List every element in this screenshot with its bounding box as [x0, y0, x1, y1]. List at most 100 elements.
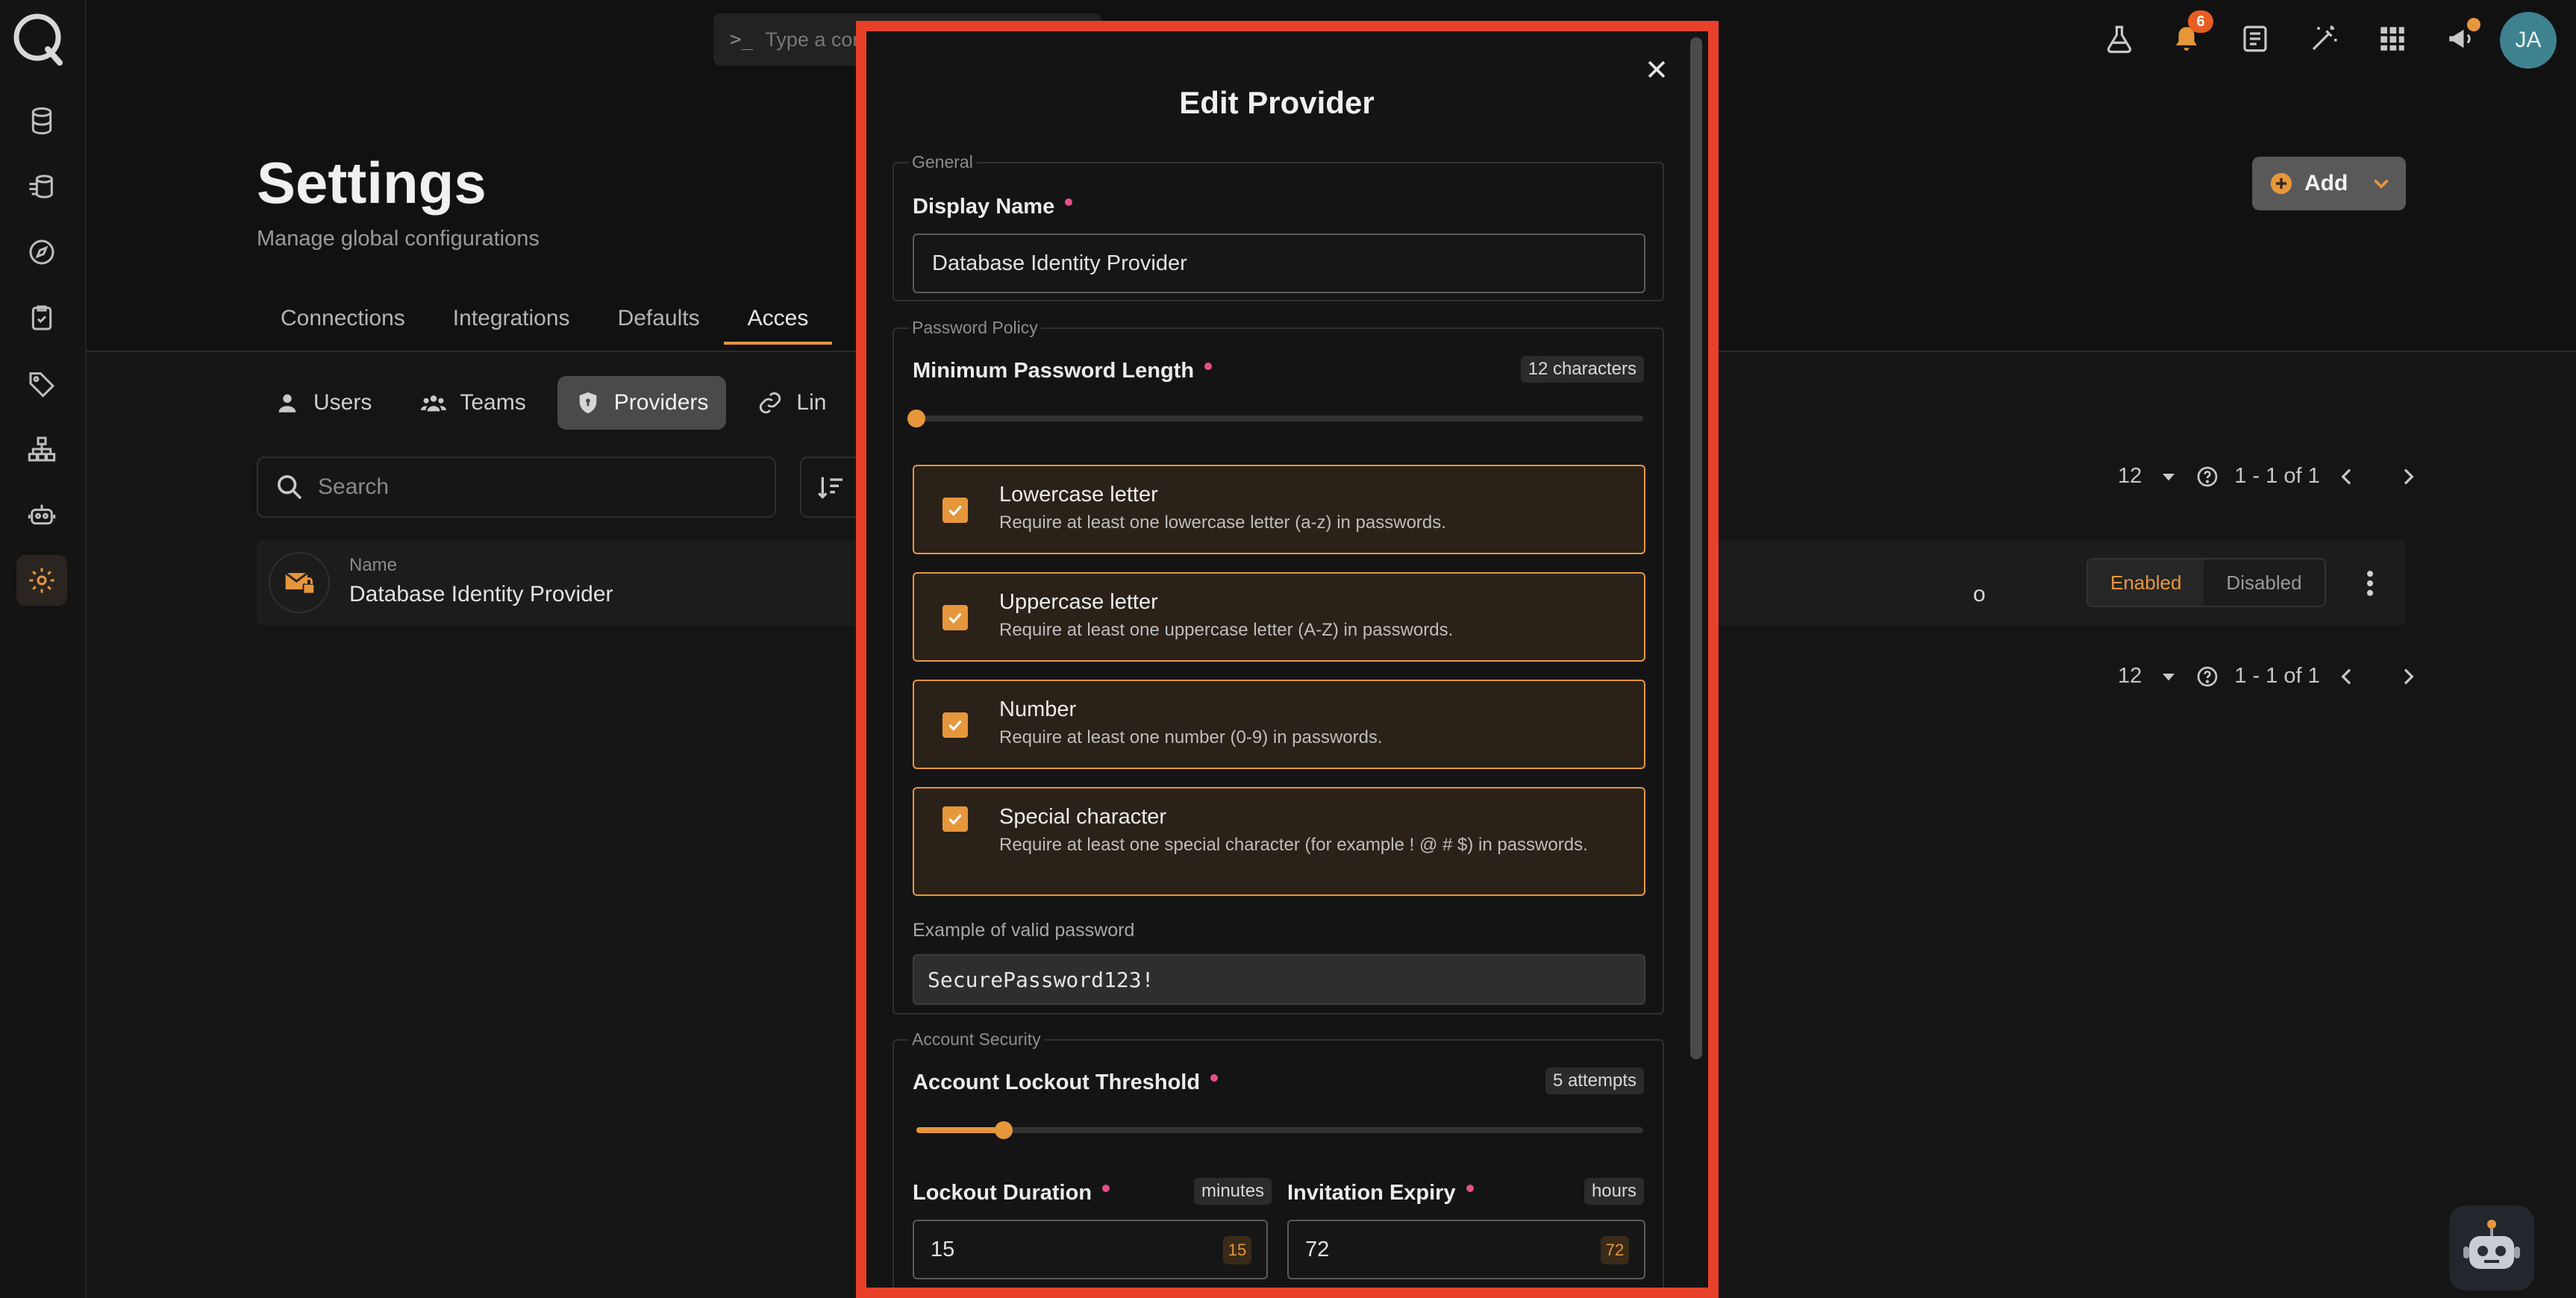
- rule-description: Require at least one uppercase letter (A…: [999, 620, 1454, 640]
- chevron-left-icon[interactable]: [2335, 465, 2359, 489]
- avatar[interactable]: JA: [2500, 12, 2557, 69]
- page-size-value[interactable]: 12: [2118, 664, 2142, 689]
- slider-thumb[interactable]: [994, 1121, 1013, 1139]
- rule-lowercase-card[interactable]: Lowercase letter Require at least one lo…: [913, 465, 1645, 554]
- robot-icon[interactable]: [16, 489, 67, 540]
- checkbox-lowercase[interactable]: [942, 498, 968, 523]
- min-password-length-label: Minimum Password Length: [913, 359, 1213, 383]
- close-icon[interactable]: [1638, 51, 1675, 88]
- rule-number-card[interactable]: Number Require at least one number (0-9)…: [913, 680, 1645, 769]
- invitation-expiry-unit: hours: [1584, 1178, 1644, 1205]
- magic-wand-icon[interactable]: [2301, 16, 2346, 61]
- provider-name: Database Identity Provider: [349, 582, 613, 606]
- lockout-threshold-slider[interactable]: [916, 1121, 1643, 1139]
- partial-cell: o: [1973, 582, 1986, 606]
- tab-connections[interactable]: Connections: [257, 295, 429, 345]
- lockout-threshold-label: Account Lockout Threshold: [913, 1070, 1219, 1095]
- lockout-duration-input[interactable]: 15 15: [913, 1220, 1268, 1279]
- help-icon[interactable]: [2195, 665, 2219, 689]
- database-icon[interactable]: [16, 95, 67, 146]
- flask-icon[interactable]: [2097, 16, 2142, 61]
- modal-title: Edit Provider: [1179, 85, 1375, 120]
- password-policy-legend: Password Policy: [912, 318, 1038, 337]
- display-name-label-text: Display Name: [913, 195, 1055, 219]
- shield-icon: [579, 392, 597, 414]
- ingest-icon[interactable]: [16, 161, 67, 212]
- rule-title: Number: [999, 697, 1077, 721]
- invitation-expiry-tag: 72: [1601, 1236, 1629, 1264]
- min-length-slider[interactable]: [907, 410, 1643, 427]
- status-toggle[interactable]: Enabled Disabled: [2086, 558, 2326, 607]
- checklist-icon[interactable]: [16, 292, 67, 343]
- compass-icon[interactable]: [16, 227, 67, 278]
- subtab-links[interactable]: Lin: [740, 376, 844, 430]
- pagination-bottom: 12 1 - 1 of 1: [2118, 664, 2420, 689]
- announcement-dot: [2467, 18, 2480, 31]
- lockout-duration-tag: 15: [1223, 1236, 1251, 1264]
- slider-thumb[interactable]: [907, 410, 925, 427]
- example-password-box: SecurePassword123!: [913, 954, 1645, 1005]
- chevron-down-icon: [2374, 179, 2389, 189]
- help-icon[interactable]: [2195, 465, 2219, 489]
- checkbox-uppercase[interactable]: [942, 605, 968, 630]
- account-security-section: Account Security Account Lockout Thresho…: [892, 1029, 1664, 1288]
- subtab-teams[interactable]: Teams: [403, 376, 543, 430]
- chevron-left-icon[interactable]: [2335, 665, 2359, 689]
- notifications-badge: 6: [2188, 10, 2213, 33]
- required-indicator: [1466, 1184, 1474, 1192]
- required-indicator: [1065, 198, 1073, 206]
- chevron-right-icon[interactable]: [2396, 465, 2420, 489]
- sidebar: [0, 0, 87, 1298]
- document-icon[interactable]: [2233, 16, 2278, 61]
- subtab-users[interactable]: Users: [257, 376, 390, 430]
- display-name-label: Display Name: [913, 195, 1073, 219]
- add-button[interactable]: Add: [2252, 157, 2406, 210]
- page-range: 1 - 1 of 1: [2234, 464, 2320, 488]
- required-indicator: [1102, 1184, 1110, 1192]
- checkmark-icon: [948, 612, 962, 624]
- invitation-expiry-label: Invitation Expiry: [1287, 1181, 1474, 1205]
- status-disabled[interactable]: Disabled: [2204, 559, 2324, 606]
- assistant-bot-button[interactable]: [2449, 1205, 2534, 1291]
- bell-icon[interactable]: 6: [2164, 10, 2213, 61]
- tag-icon[interactable]: [16, 358, 67, 409]
- rule-special-card[interactable]: Special character Require at least one s…: [913, 787, 1645, 896]
- subtab-providers[interactable]: Providers: [557, 376, 727, 430]
- tab-access[interactable]: Acces: [723, 295, 833, 345]
- search-input[interactable]: Search: [257, 457, 776, 518]
- caret-down-icon[interactable]: [2157, 665, 2180, 689]
- checkbox-special[interactable]: [942, 806, 968, 832]
- lockout-duration-value: 15: [931, 1237, 955, 1261]
- lockout-threshold-chip: 5 attempts: [1545, 1067, 1644, 1094]
- settings-tabs: Connections Integrations Defaults Acces: [257, 295, 833, 345]
- search-icon: [278, 475, 302, 500]
- lockout-duration-label-text: Lockout Duration: [913, 1181, 1092, 1205]
- tab-integrations[interactable]: Integrations: [429, 295, 594, 345]
- app-logo-icon[interactable]: [10, 10, 67, 67]
- display-name-input[interactable]: Database Identity Provider: [913, 233, 1645, 293]
- display-name-value: Database Identity Provider: [932, 251, 1187, 275]
- page-subtitle: Manage global configurations: [257, 227, 540, 251]
- tab-defaults[interactable]: Defaults: [594, 295, 724, 345]
- page-range: 1 - 1 of 1: [2234, 664, 2320, 688]
- invitation-expiry-value: 72: [1305, 1237, 1330, 1261]
- apps-grid-icon[interactable]: [2370, 16, 2415, 61]
- checkbox-number[interactable]: [942, 712, 968, 738]
- page-title: Settings: [257, 150, 487, 216]
- megaphone-icon[interactable]: [2439, 16, 2483, 61]
- hierarchy-icon[interactable]: [16, 424, 67, 474]
- rule-uppercase-card[interactable]: Uppercase letter Require at least one up…: [913, 572, 1645, 662]
- gear-icon[interactable]: [16, 555, 67, 606]
- rule-title: Uppercase letter: [999, 590, 1158, 614]
- status-enabled[interactable]: Enabled: [2088, 559, 2204, 606]
- chevron-right-icon[interactable]: [2396, 665, 2420, 689]
- required-indicator: [1204, 362, 1213, 370]
- invitation-expiry-input[interactable]: 72 72: [1287, 1220, 1645, 1279]
- rule-description: Require at least one lowercase letter (a…: [999, 512, 1446, 533]
- page-size-value[interactable]: 12: [2118, 464, 2142, 489]
- modal-scrollbar[interactable]: [1690, 37, 1702, 1059]
- rule-description: Require at least one special character (…: [999, 835, 1588, 855]
- min-password-length-label-text: Minimum Password Length: [913, 359, 1195, 383]
- caret-down-icon[interactable]: [2157, 465, 2180, 489]
- more-options-icon[interactable]: [2352, 565, 2388, 601]
